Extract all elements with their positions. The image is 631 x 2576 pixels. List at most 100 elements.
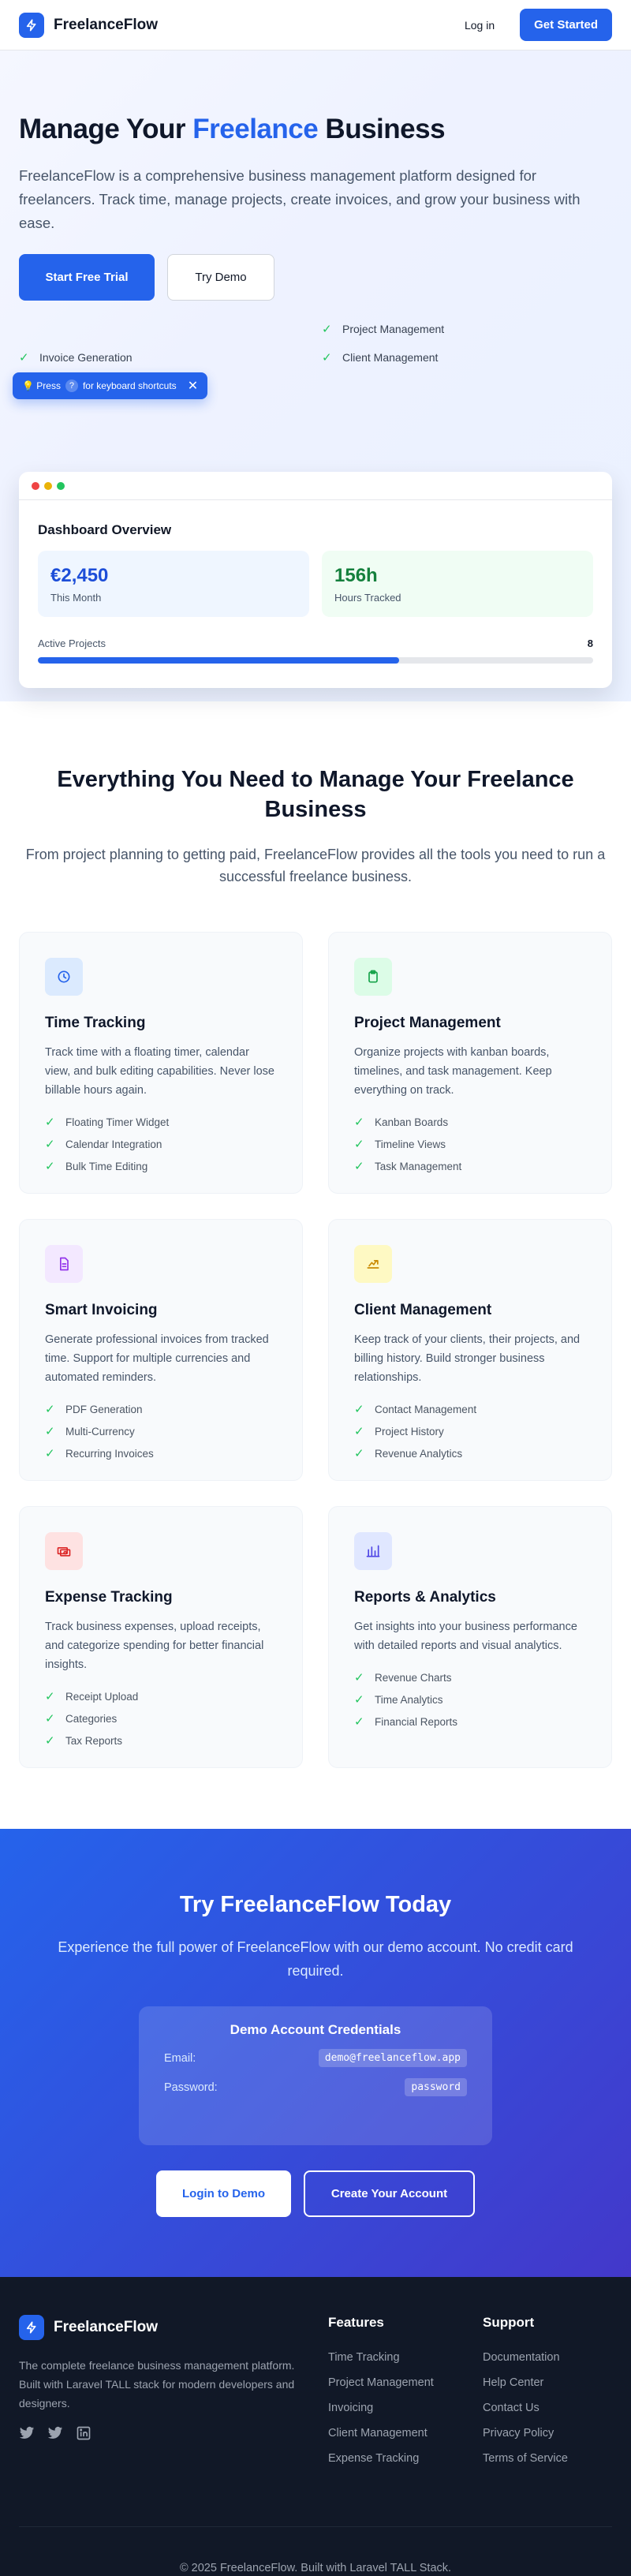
brand-name: FreelanceFlow <box>54 16 158 33</box>
feature-card-description: Keep track of your clients, their projec… <box>354 1333 581 1384</box>
earnings-label: This Month <box>50 592 102 604</box>
clipboard-icon <box>354 958 392 996</box>
feature-item: ✓ Recurring Invoices <box>45 1442 277 1464</box>
get-started-button[interactable]: Get Started <box>520 9 612 41</box>
handshake-icon <box>354 1245 392 1283</box>
hero-description: FreelanceFlow is a comprehensive busines… <box>19 167 581 231</box>
login-link[interactable]: Log in <box>455 19 504 32</box>
keyboard-shortcuts-tooltip: 💡 Press ? for keyboard shortcuts ✕ <box>13 372 208 399</box>
feature-item: ✓ Categories <box>45 1707 277 1729</box>
brand[interactable]: FreelanceFlow <box>19 12 158 38</box>
features-description: From project planning to getting paid, F… <box>25 847 606 884</box>
feature-item: ✓ Financial Reports <box>354 1710 586 1733</box>
footer-link[interactable]: Help Center <box>483 2376 612 2402</box>
check-icon: ✓ <box>354 1447 364 1460</box>
progress-fill <box>38 657 399 664</box>
hero-feature-item: ✓ Invoice Generation <box>19 351 322 365</box>
feature-card-list: ✓ Revenue Charts ✓ Time Analytics ✓ Financial… <box>354 1666 586 1733</box>
feature-card-description: Get insights into your business performa… <box>354 1621 577 1652</box>
footer-link[interactable]: Time Tracking <box>328 2351 483 2376</box>
hero-feature-item <box>19 323 322 335</box>
check-icon: ✓ <box>45 1712 55 1725</box>
feature-item: ✓ Kanban Boards <box>354 1111 586 1133</box>
try-demo-button[interactable]: Try Demo <box>167 254 274 301</box>
check-icon: ✓ <box>45 1447 55 1460</box>
copyright: © 2025 FreelanceFlow. Built with Laravel… <box>19 2526 612 2574</box>
close-icon[interactable]: ✕ <box>188 378 198 394</box>
feature-card-title: Time Tracking <box>45 1015 146 1031</box>
feature-item: ✓ PDF Generation <box>45 1398 277 1420</box>
check-icon: ✓ <box>45 1734 55 1748</box>
start-free-trial-button[interactable]: Start Free Trial <box>19 254 155 301</box>
footer-link[interactable]: Documentation <box>483 2351 612 2376</box>
feature-card-title: Project Management <box>354 1015 501 1031</box>
feature-card-list: ✓ Floating Timer Widget ✓ Calendar Integrat… <box>45 1111 277 1177</box>
footer-link[interactable]: Expense Tracking <box>328 2452 483 2477</box>
feature-item-label: Recurring Invoices <box>65 1447 154 1460</box>
earnings-value: €2,450 <box>50 565 109 586</box>
check-icon: ✓ <box>45 1160 55 1173</box>
twitter-icon[interactable] <box>19 2425 35 2445</box>
hours-stat: 156h Hours Tracked <box>322 551 593 617</box>
footer-link[interactable]: Privacy Policy <box>483 2427 612 2452</box>
feature-item-label: Calendar Integration <box>65 1138 162 1150</box>
active-projects-label: Active Projects <box>38 637 106 649</box>
cash-icon <box>45 1532 83 1570</box>
clock-icon <box>45 958 83 996</box>
hours-label: Hours Tracked <box>334 592 401 604</box>
hero-feature-label: Invoice Generation <box>39 351 133 364</box>
feature-card: Smart Invoicing Generate professional in… <box>19 1219 303 1481</box>
lightning-logo-icon <box>19 12 44 38</box>
feature-item: ✓ Time Analytics <box>354 1688 586 1710</box>
cta-description: Experience the full power of FreelanceFl… <box>58 1939 573 1979</box>
hero-feature-list: ✓ Project Management ✓ Invoice Generation … <box>19 323 612 365</box>
footer-support-heading: Support <box>483 2315 535 2330</box>
linkedin-icon[interactable] <box>76 2425 91 2445</box>
site-footer: FreelanceFlow The complete freelance bus… <box>0 2277 631 2576</box>
twitter-icon[interactable] <box>47 2425 63 2445</box>
dashboard-preview: Dashboard Overview €2,450 This Month 156… <box>19 472 612 688</box>
feature-card: Time Tracking Track time with a floating… <box>19 932 303 1194</box>
feature-item: ✓ Tax Reports <box>45 1729 277 1752</box>
yellow-dot-icon <box>44 481 52 490</box>
check-icon: ✓ <box>45 1403 55 1416</box>
feature-card-description: Track business expenses, upload receipts… <box>45 1621 264 1671</box>
demo-password-value: password <box>405 2078 467 2096</box>
feature-item-label: Categories <box>65 1712 118 1725</box>
feature-card: Expense Tracking Track business expenses… <box>19 1506 303 1768</box>
login-to-demo-button[interactable]: Login to Demo <box>156 2170 291 2217</box>
hero-feature-item: ✓ Project Management <box>322 323 612 336</box>
footer-link[interactable]: Invoicing <box>328 2402 483 2427</box>
feature-card-list: ✓ Receipt Upload ✓ Categories ✓ Tax Reports <box>45 1685 277 1752</box>
footer-link[interactable]: Client Management <box>328 2427 483 2452</box>
check-icon: ✓ <box>354 1116 364 1129</box>
hero-title-end: Business <box>318 114 446 144</box>
hero-title-accent: Freelance <box>192 114 319 144</box>
footer-link[interactable]: Project Management <box>328 2376 483 2402</box>
check-icon: ✓ <box>45 1116 55 1129</box>
check-icon: ✓ <box>45 1138 55 1151</box>
footer-link[interactable]: Contact Us <box>483 2402 612 2427</box>
feature-item-label: Kanban Boards <box>375 1116 449 1128</box>
feature-cards: Time Tracking Track time with a floating… <box>19 932 612 1768</box>
footer-link[interactable]: Terms of Service <box>483 2452 612 2477</box>
feature-card: Client Management Keep track of your cli… <box>328 1219 612 1481</box>
feature-item: ✓ Timeline Views <box>354 1133 586 1155</box>
feature-item-label: Timeline Views <box>375 1138 446 1150</box>
footer-description: The complete freelance business manageme… <box>19 2359 295 2410</box>
features-title: Everything You Need to Manage Your Freel… <box>57 767 574 822</box>
lightning-logo-icon <box>19 2315 44 2340</box>
hero-feature-label: Client Management <box>342 351 439 364</box>
social-links <box>19 2425 328 2445</box>
feature-item: ✓ Revenue Charts <box>354 1666 586 1688</box>
feature-item-label: Project History <box>375 1425 444 1438</box>
question-key-icon: ? <box>65 379 78 392</box>
feature-card-list: ✓ Contact Management ✓ Project History ✓ Reve… <box>354 1398 586 1464</box>
feature-item-label: Receipt Upload <box>65 1690 139 1703</box>
footer-brand-name: FreelanceFlow <box>54 2319 158 2335</box>
footer-brand[interactable]: FreelanceFlow <box>19 2315 328 2340</box>
window-controls <box>19 472 612 500</box>
create-account-button[interactable]: Create Your Account <box>304 2170 475 2217</box>
feature-item-label: Contact Management <box>375 1403 477 1415</box>
feature-card-title: Client Management <box>354 1302 492 1318</box>
